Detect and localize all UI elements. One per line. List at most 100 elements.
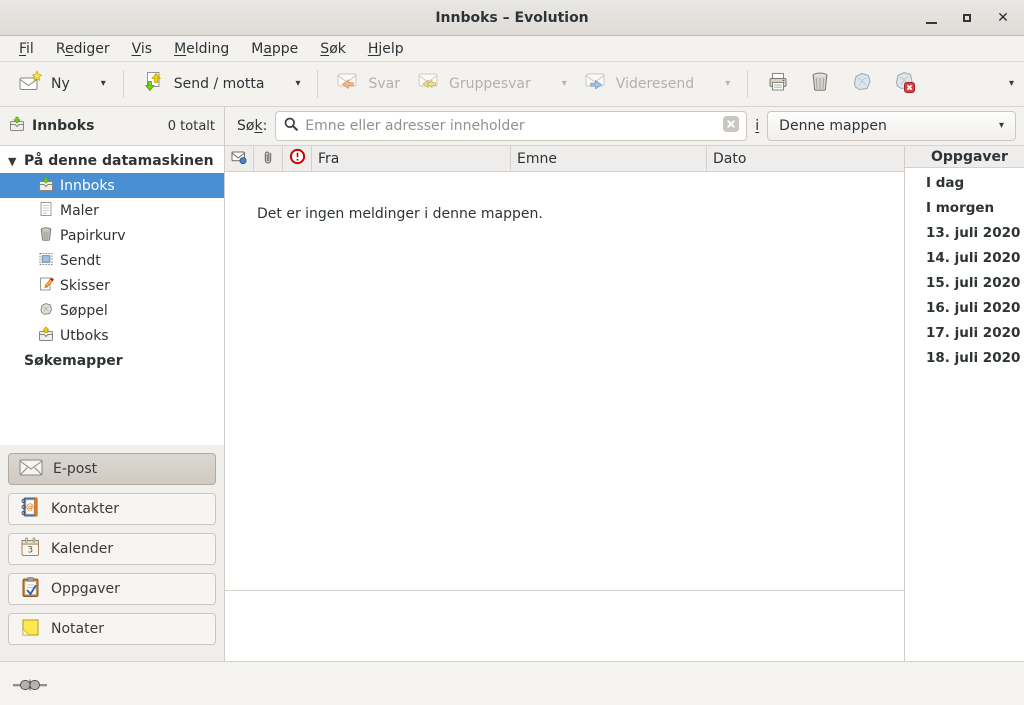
task-group-date[interactable]: 14. juli 2020: [905, 245, 1024, 270]
online-status-button[interactable]: [13, 677, 47, 697]
maximize-button[interactable]: [956, 7, 978, 29]
column-from-label: Fra: [318, 151, 339, 167]
menu-fil[interactable]: Fil: [8, 38, 45, 60]
menu-hjelp[interactable]: Hjelp: [357, 38, 415, 60]
not-junk-icon: [892, 70, 916, 98]
expander-icon[interactable]: ▼: [8, 155, 18, 168]
group-reply-button[interactable]: Gruppesvar ▾: [408, 65, 575, 103]
menu-rediger[interactable]: Rediger: [45, 38, 121, 60]
forward-label: Videresend: [616, 76, 694, 92]
inbox-icon: [9, 116, 25, 136]
toolbar-separator: [123, 70, 124, 98]
junk-folder-icon: [38, 301, 54, 321]
message-list-body: Det er ingen meldinger i denne mappen.: [225, 172, 904, 590]
print-button[interactable]: [757, 65, 799, 103]
task-group-date[interactable]: 15. juli 2020: [905, 270, 1024, 295]
search-label: Søk:: [237, 118, 267, 134]
toolbar-separator: [317, 70, 318, 98]
message-list-header: Fra Emne Dato: [225, 146, 904, 172]
column-from[interactable]: Fra: [312, 146, 511, 171]
trash-icon: [808, 70, 832, 98]
folder-row-innboks[interactable]: Innboks: [0, 173, 224, 198]
mail-icon: [19, 459, 43, 480]
task-pane: Oppgaver I dag I morgen 13. juli 2020 14…: [904, 146, 1024, 661]
search-folders-row[interactable]: Søkemapper: [0, 348, 224, 373]
task-group-date[interactable]: 17. juli 2020: [905, 320, 1024, 345]
inbox-icon: [38, 176, 54, 196]
tasks-icon: [19, 576, 41, 602]
folder-row-soppel[interactable]: Søppel: [0, 298, 224, 323]
toolbar-overflow-icon[interactable]: ▾: [1009, 79, 1014, 89]
message-status-icon: [231, 149, 247, 169]
switcher-tasks-button[interactable]: Oppgaver: [8, 573, 216, 605]
junk-icon: [850, 70, 874, 98]
main-area: ▼ På denne datamaskinen Innboks Maler Pa…: [0, 146, 1024, 661]
folder-row-utboks[interactable]: Utboks: [0, 323, 224, 348]
not-junk-button[interactable]: [883, 65, 925, 103]
templates-icon: [38, 201, 54, 221]
send-receive-button[interactable]: Send / motta ▾: [133, 65, 309, 103]
new-message-dropdown-icon[interactable]: ▾: [101, 79, 106, 89]
task-pane-header[interactable]: Oppgaver: [905, 146, 1024, 168]
new-message-button[interactable]: Ny ▾: [10, 65, 114, 103]
clear-search-icon[interactable]: [723, 116, 739, 136]
toolbar-separator: [747, 70, 748, 98]
switcher-mail-button[interactable]: E-post: [8, 453, 216, 485]
message-list-area: Fra Emne Dato Det er ingen meldinger i d…: [225, 146, 904, 661]
send-receive-label: Send / motta: [174, 76, 265, 92]
menu-mappe[interactable]: Mappe: [240, 38, 309, 60]
switcher-label: Notater: [51, 621, 104, 637]
menu-melding[interactable]: Melding: [163, 38, 240, 60]
task-group-tomorrow[interactable]: I morgen: [905, 195, 1024, 220]
close-button[interactable]: ✕: [992, 7, 1014, 29]
folder-label: Maler: [60, 203, 99, 219]
account-row[interactable]: ▼ På denne datamaskinen: [0, 149, 224, 173]
column-attachment[interactable]: [254, 146, 283, 171]
sidebar: ▼ På denne datamaskinen Innboks Maler Pa…: [0, 146, 225, 661]
switcher-calendar-button[interactable]: 3 Kalender: [8, 533, 216, 565]
folder-row-maler[interactable]: Maler: [0, 198, 224, 223]
folder-row-skisser[interactable]: Skisser: [0, 273, 224, 298]
folder-label: Sendt: [60, 253, 101, 269]
column-date[interactable]: Dato: [707, 146, 904, 171]
task-group-date[interactable]: 13. juli 2020: [905, 220, 1024, 245]
forward-button[interactable]: Videresend ▾: [575, 65, 738, 103]
calendar-icon: 3: [19, 536, 41, 562]
forward-dropdown-icon[interactable]: ▾: [725, 79, 730, 89]
account-label: På denne datamaskinen: [24, 153, 214, 169]
send-receive-dropdown-icon[interactable]: ▾: [295, 79, 300, 89]
menu-sok[interactable]: Søk: [309, 38, 357, 60]
task-group-today[interactable]: I dag: [905, 170, 1024, 195]
junk-button[interactable]: [841, 65, 883, 103]
search-input[interactable]: [305, 118, 717, 134]
send-receive-icon: [141, 70, 165, 98]
folder-label: Utboks: [60, 328, 109, 344]
search-in-label: i: [755, 118, 759, 134]
printer-icon: [766, 70, 790, 98]
current-folder-header: Innboks 0 totalt: [0, 107, 225, 145]
current-folder-name: Innboks: [32, 118, 94, 134]
folder-row-papirkurv[interactable]: Papirkurv: [0, 223, 224, 248]
minimize-icon: [926, 22, 937, 24]
search-folders-label: Søkemapper: [24, 353, 123, 369]
new-mail-icon: [18, 70, 42, 98]
forward-icon: [583, 70, 607, 98]
column-subject[interactable]: Emne: [511, 146, 707, 171]
reply-icon: [335, 70, 359, 98]
minimize-button[interactable]: [920, 7, 942, 29]
task-group-date[interactable]: 18. juli 2020: [905, 345, 1024, 370]
switcher-memos-button[interactable]: Notater: [8, 613, 216, 645]
column-status[interactable]: [225, 146, 254, 171]
drafts-icon: [38, 276, 54, 296]
folder-label: Søppel: [60, 303, 108, 319]
delete-button[interactable]: [799, 65, 841, 103]
folder-row-sendt[interactable]: Sendt: [0, 248, 224, 273]
search-scope-dropdown[interactable]: Denne mappen ▾: [767, 111, 1016, 141]
task-group-date[interactable]: 16. juli 2020: [905, 295, 1024, 320]
reply-button[interactable]: Svar: [327, 65, 408, 103]
menu-vis[interactable]: Vis: [121, 38, 163, 60]
switcher-contacts-button[interactable]: @ Kontakter: [8, 493, 216, 525]
titlebar: Innboks – Evolution ✕: [0, 0, 1024, 36]
column-important[interactable]: [283, 146, 312, 171]
group-reply-dropdown-icon[interactable]: ▾: [562, 79, 567, 89]
